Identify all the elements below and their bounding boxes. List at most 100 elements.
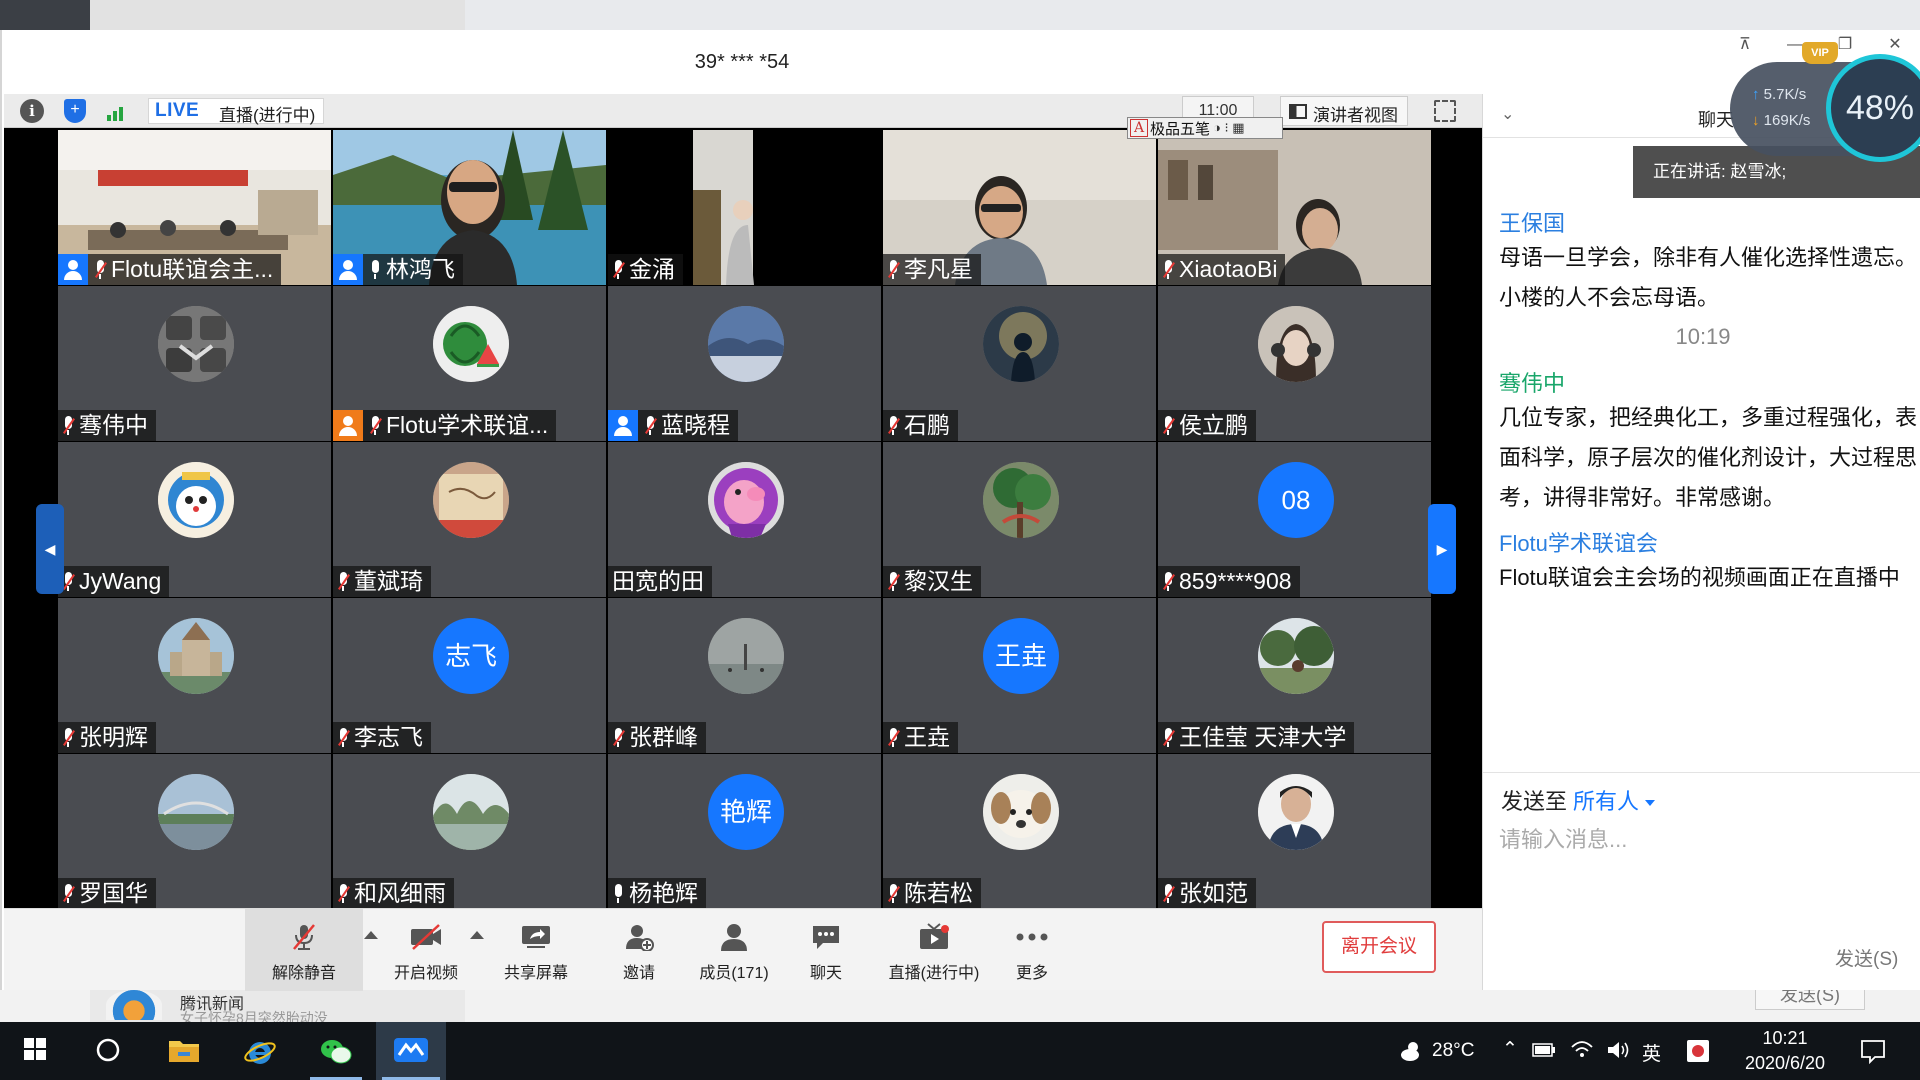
members-button[interactable]: 成员(171) xyxy=(684,909,784,991)
weather-icon[interactable] xyxy=(1400,1039,1422,1063)
participant-tile[interactable]: 石鹏 xyxy=(883,286,1156,441)
participant-avatar xyxy=(983,774,1059,850)
live-stream-icon xyxy=(920,923,949,949)
participant-tile[interactable]: 张明辉 xyxy=(58,598,331,753)
participant-avatar: 08 xyxy=(1258,462,1334,538)
upload-speed: 5.7K/s xyxy=(1752,86,1807,103)
participant-label: 李志飞 xyxy=(333,722,431,753)
start-button[interactable] xyxy=(0,1022,70,1080)
participant-name: 王垚 xyxy=(904,724,950,750)
ime-symbols[interactable]: ◑ ⁝ ▦ xyxy=(1213,120,1245,136)
taskbar-ie[interactable] xyxy=(228,1022,292,1080)
participant-tile[interactable]: 王佳莹 天津大学 xyxy=(1158,598,1431,753)
system-clock[interactable]: 10:21 2020/6/20 xyxy=(1730,1026,1840,1076)
more-button[interactable]: 更多 xyxy=(994,909,1070,991)
taskbar-file-explorer[interactable] xyxy=(152,1022,216,1080)
muted-mic-icon xyxy=(1162,571,1175,592)
participant-tile[interactable]: 侯立鹏 xyxy=(1158,286,1431,441)
unmute-button[interactable]: 解除静音 xyxy=(245,909,363,991)
participant-tile[interactable]: 黎汉生 xyxy=(883,442,1156,597)
leave-meeting-button[interactable]: 离开会议 xyxy=(1322,921,1436,973)
participant-tile[interactable]: 蓝晓程 xyxy=(608,286,881,441)
video-options-caret-icon[interactable] xyxy=(470,931,484,939)
network-speed-meter[interactable]: 5.7K/s 169K/s 48% VIP xyxy=(1730,42,1920,162)
participant-tile[interactable]: 志飞 李志飞 xyxy=(333,598,606,753)
participant-tile[interactable]: 艳辉 杨艳辉 xyxy=(608,754,881,909)
participant-name: 石鹏 xyxy=(904,412,950,438)
taskbar-tencent-meeting[interactable] xyxy=(376,1022,446,1080)
send-to-label: 发送至 xyxy=(1501,789,1568,814)
notification-center-icon[interactable] xyxy=(1860,1038,1886,1064)
dropdown-caret-icon[interactable] xyxy=(1645,800,1656,807)
ime-indicator[interactable]: 英 xyxy=(1642,1039,1661,1066)
participant-tile[interactable]: 金涌 xyxy=(608,130,881,285)
ime-toolbar[interactable]: A 极品五笔 ◑ ⁝ ▦ xyxy=(1127,117,1283,139)
participant-label: 罗国华 xyxy=(58,878,156,909)
speed-percent: 48% xyxy=(1845,89,1915,127)
search-button[interactable] xyxy=(76,1022,140,1080)
participant-label: 黎汉生 xyxy=(883,566,981,597)
wifi-icon[interactable] xyxy=(1570,1039,1594,1059)
wechat-icon xyxy=(321,1040,352,1064)
participant-tile[interactable]: JyWang xyxy=(58,442,331,597)
search-circle-icon xyxy=(96,1038,120,1062)
chat-message-line: 小楼的人不会忘母语。 xyxy=(1499,285,1720,310)
participant-tile[interactable]: Flotu学术联谊... xyxy=(333,286,606,441)
muted-mic-icon xyxy=(1162,415,1175,436)
chat-timestamp: 10:19 xyxy=(1675,324,1731,349)
collapse-chevron-icon[interactable]: ⌄ xyxy=(1501,104,1514,124)
battery-icon[interactable] xyxy=(1532,1042,1556,1058)
participant-tile[interactable]: 骞伟中 xyxy=(58,286,331,441)
share-screen-button[interactable]: 共享屏幕 xyxy=(486,909,586,991)
chat-button[interactable]: 聊天 xyxy=(784,909,868,991)
participant-tile[interactable]: 张群峰 xyxy=(608,598,881,753)
live-status-box[interactable]: LIVE 直播(进行中) xyxy=(148,98,324,125)
chat-message-line: 几位专家，把经典化工，多重过程强化，表 xyxy=(1499,405,1918,430)
participant-tile[interactable]: 李凡星 xyxy=(883,130,1156,285)
vip-badge: VIP xyxy=(1802,42,1838,64)
next-page-arrow-icon[interactable]: ▶ xyxy=(1428,504,1456,594)
background-news-item[interactable]: 腾讯新闻 女子怀孕8月突然胎动没 xyxy=(90,990,465,1022)
invite-button[interactable]: 邀请 xyxy=(594,909,684,991)
participant-tile[interactable]: 张如范 xyxy=(1158,754,1431,909)
members-icon xyxy=(721,924,747,951)
ime-mode-icon[interactable]: A xyxy=(1130,119,1148,137)
participant-tile[interactable]: 董斌琦 xyxy=(333,442,606,597)
participant-tile[interactable]: Flotu联谊会主... xyxy=(58,130,331,285)
chat-send-button[interactable]: 发送(S) xyxy=(1835,944,1898,971)
participant-tile[interactable]: 陈若松 xyxy=(883,754,1156,909)
participant-name: XiaotaoBi xyxy=(1179,256,1278,282)
send-to-target[interactable]: 所有人 xyxy=(1573,789,1639,814)
participant-name: 张群峰 xyxy=(629,724,698,750)
participant-label: Flotu联谊会主... xyxy=(58,254,282,285)
participant-tile[interactable]: 和风细雨 xyxy=(333,754,606,909)
info-icon[interactable]: i xyxy=(20,99,44,123)
participant-tile[interactable]: 08 859****908 xyxy=(1158,442,1431,597)
muted-mic-icon xyxy=(612,727,625,748)
send-to-selector[interactable]: 发送至 所有人 xyxy=(1501,784,1656,816)
muted-mic-icon xyxy=(337,883,350,904)
participant-tile[interactable]: 罗国华 xyxy=(58,754,331,909)
signal-strength-icon[interactable] xyxy=(104,99,128,123)
participant-tile[interactable]: 王垚 王垚 xyxy=(883,598,1156,753)
speaker-view-button[interactable]: 演讲者视图 xyxy=(1280,96,1408,126)
invite-icon xyxy=(626,925,654,951)
start-video-button[interactable]: 开启视频 xyxy=(376,909,476,991)
tencent-meeting-icon xyxy=(394,1038,428,1062)
participant-tile[interactable]: 田宽的田 xyxy=(608,442,881,597)
volume-icon[interactable] xyxy=(1606,1039,1630,1061)
participant-tile[interactable]: XiaotaoBi xyxy=(1158,130,1431,285)
participant-label: 骞伟中 xyxy=(58,410,156,441)
taskbar-wechat[interactable] xyxy=(304,1022,368,1080)
security-shield-icon[interactable]: + xyxy=(64,99,86,123)
temperature[interactable]: 28°C xyxy=(1432,1040,1474,1062)
fullscreen-icon[interactable] xyxy=(1434,100,1456,122)
previous-page-arrow-icon[interactable]: ◀ xyxy=(36,504,64,594)
security-app-icon[interactable] xyxy=(1686,1039,1710,1063)
live-stream-button[interactable]: 直播(进行中) xyxy=(874,909,994,991)
live-status-text: 直播(进行中) xyxy=(219,106,316,125)
chat-message-input[interactable] xyxy=(1499,822,1899,962)
clock-time: 10:21 xyxy=(1762,1028,1808,1048)
tray-expand-chevron-icon[interactable]: ⌃ xyxy=(1502,1038,1518,1061)
participant-tile[interactable]: 林鸿飞 xyxy=(333,130,606,285)
